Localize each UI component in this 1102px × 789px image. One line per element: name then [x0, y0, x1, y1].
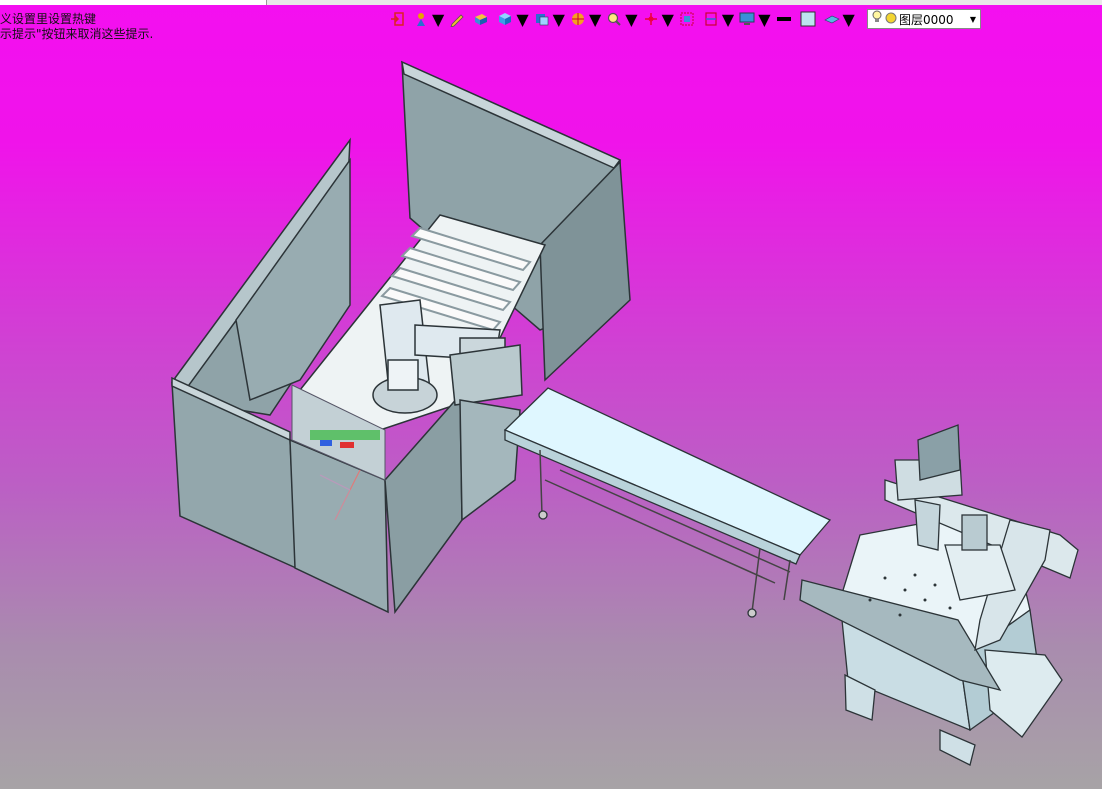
chevron-down-icon[interactable]: ▼ [432, 10, 444, 29]
zoom-icon[interactable] [603, 9, 625, 29]
monitor-icon[interactable] [736, 9, 758, 29]
pen-icon[interactable] [446, 9, 468, 29]
color-wheel-icon[interactable] [567, 9, 589, 29]
chevron-down-icon[interactable]: ▼ [722, 10, 734, 29]
chevron-down-icon[interactable]: ▼ [758, 10, 770, 29]
layer-color-dot-icon [885, 12, 897, 27]
belt-conveyor[interactable] [503, 387, 832, 618]
chevron-down-icon[interactable]: ▼ [662, 10, 674, 29]
view-toolbar: ▼ ▼ ▼ ▼ ▼ ▼ ▼ ▼ ▼ [386, 8, 855, 30]
pick-filter-icon[interactable] [410, 9, 432, 29]
chevron-down-icon[interactable]: ▼ [625, 10, 637, 29]
fit-view-icon[interactable] [676, 9, 698, 29]
chevron-down-icon[interactable]: ▼ [589, 10, 601, 29]
origin-icon[interactable] [640, 9, 662, 29]
view-cube-icon[interactable] [494, 9, 516, 29]
gantry-machine[interactable] [799, 424, 1079, 766]
robot-enclosure[interactable] [171, 60, 631, 615]
material-icon[interactable] [821, 9, 843, 29]
section-icon[interactable] [700, 9, 722, 29]
line-style-icon[interactable] [773, 9, 795, 29]
chevron-down-icon[interactable]: ▼ [553, 10, 565, 29]
exit-icon[interactable] [386, 9, 408, 29]
display-mode-icon[interactable] [531, 9, 553, 29]
layer-select[interactable]: 图层0000 ▼ [867, 9, 981, 29]
chevron-down-icon[interactable]: ▼ [843, 10, 855, 29]
solid-box-icon[interactable] [470, 9, 492, 29]
chevron-down-icon[interactable]: ▼ [516, 10, 528, 29]
lightbulb-icon[interactable] [871, 10, 883, 28]
chevron-down-icon[interactable]: ▼ [970, 15, 976, 24]
3d-viewport[interactable]: 义设置里设置热键 示提示"按钮来取消这些提示. ▼ ▼ ▼ ▼ ▼ ▼ ▼ ▼ … [0, 0, 1102, 789]
cad-scene[interactable] [0, 0, 1102, 789]
layer-name: 图层0000 [899, 12, 954, 27]
fill-color-icon[interactable] [797, 9, 819, 29]
